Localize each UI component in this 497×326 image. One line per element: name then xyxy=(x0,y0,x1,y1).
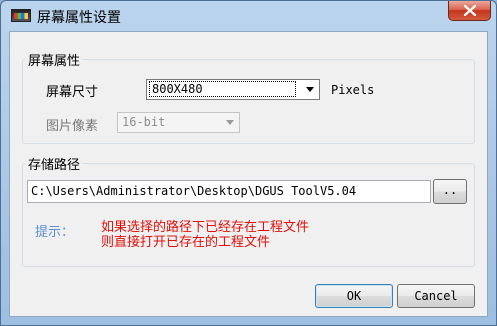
screen-size-value: 800X480 xyxy=(149,81,296,97)
window-title: 屏幕属性设置 xyxy=(37,10,121,26)
cancel-button[interactable]: Cancel xyxy=(397,284,475,308)
storage-path-group xyxy=(22,163,475,267)
screen-size-dropdown-button[interactable] xyxy=(301,80,319,99)
storage-path-value: C:\Users\Administrator\Desktop\DGUS Tool… xyxy=(31,184,357,198)
title-bar[interactable]: 屏幕属性设置 xyxy=(1,1,496,31)
dialog-window: 屏幕属性设置 屏幕属性 屏幕尺寸 800X480 Pixels 图片像素 16-… xyxy=(0,0,497,326)
close-button[interactable] xyxy=(448,1,491,21)
storage-path-title: 存储路径 xyxy=(25,154,84,173)
image-pixel-select: 16-bit xyxy=(117,112,240,133)
image-pixel-dropdown-button xyxy=(221,113,239,132)
screen-size-select[interactable]: 800X480 xyxy=(146,79,320,100)
image-pixel-label: 图片像素 xyxy=(46,119,99,134)
screen-size-label: 屏幕尺寸 xyxy=(46,85,99,100)
chevron-down-icon xyxy=(306,87,314,92)
close-icon xyxy=(463,5,477,16)
chevron-down-icon xyxy=(226,120,234,125)
browse-button[interactable]: .. xyxy=(433,179,467,204)
hint-label: 提示： xyxy=(35,225,75,240)
image-pixel-value: 16-bit xyxy=(122,115,166,129)
hint-line-2: 则直接打开已存在的工程文件 xyxy=(101,235,271,250)
app-icon xyxy=(11,9,31,22)
screen-properties-title: 屏幕属性 xyxy=(25,50,84,69)
ok-button[interactable]: OK xyxy=(315,284,393,308)
storage-path-input[interactable]: C:\Users\Administrator\Desktop\DGUS Tool… xyxy=(27,180,431,203)
hint-message: 如果选择的路径下已经存在工程文件 则直接打开已存在的工程文件 xyxy=(101,220,309,250)
hint-line-1: 如果选择的路径下已经存在工程文件 xyxy=(101,220,310,235)
screen-size-unit: Pixels xyxy=(331,83,375,97)
dialog-body: 屏幕属性 屏幕尺寸 800X480 Pixels 图片像素 16-bit 存储路… xyxy=(9,31,488,317)
